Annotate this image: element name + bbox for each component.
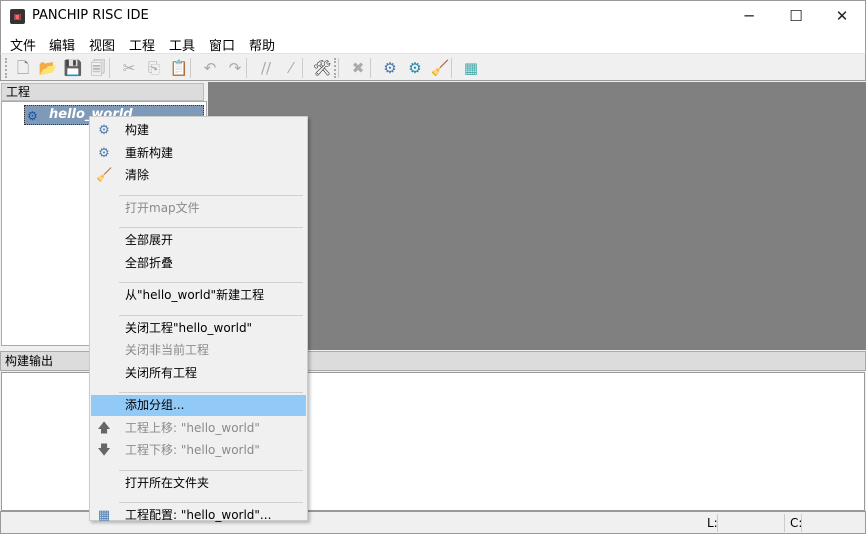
context-menu-item[interactable]: 🡅 工程上移: "hello_world"	[91, 418, 306, 439]
context-menu-item[interactable]: 打开所在文件夹	[91, 473, 306, 494]
rebuild-icon[interactable]: ⚙	[405, 58, 425, 78]
toolbar-grip[interactable]	[5, 58, 7, 78]
menu-separator	[119, 227, 303, 228]
menu-item-label: 关闭非当前工程	[125, 343, 210, 357]
toolbar-separator	[451, 58, 452, 78]
toolbar-grip[interactable]	[334, 58, 336, 78]
context-menu-item[interactable]: 全部折叠	[91, 253, 306, 274]
open-folder-icon[interactable]: 📂	[38, 58, 58, 78]
arrow-up-icon: 🡅	[97, 420, 111, 436]
build-icon[interactable]: ⚙	[380, 58, 400, 78]
menu-separator	[119, 502, 303, 503]
menu-separator	[119, 194, 303, 196]
line-label: L:	[707, 516, 718, 530]
menu-item-label: 构建	[125, 123, 150, 137]
menu-project[interactable]: 工程	[129, 35, 155, 54]
menu-window[interactable]: 窗口	[209, 35, 235, 54]
menu-bar: 文件 编辑 视图 工程 工具 窗口 帮助	[0, 31, 866, 54]
toolbar-separator	[190, 58, 191, 78]
close-button[interactable]: ✕	[819, 1, 865, 32]
context-menu-item[interactable]: 打开map文件	[91, 198, 306, 219]
arrow-down-icon: 🡇	[97, 443, 111, 458]
context-menu-item[interactable]: 添加分组...	[91, 395, 306, 416]
toolbar-separator	[109, 58, 110, 78]
undo-icon[interactable]: ↶	[200, 58, 220, 78]
context-menu: ⚙ 构建 ⚙ 重新构建 🧹 清除打开map文件 全部展开全部折叠从"hello_world"…	[89, 116, 308, 523]
menu-item-label: 关闭工程"hello_world"	[125, 320, 253, 335]
context-menu-item[interactable]: ⚙ 重新构建	[91, 143, 306, 164]
context-menu-item[interactable]: 关闭工程"hello_world"	[91, 318, 306, 339]
status-divider	[784, 514, 785, 532]
toolbar-separator	[370, 58, 371, 78]
redo-icon[interactable]: ↷	[225, 58, 245, 78]
window-title: PANCHIP RISC IDE	[32, 8, 149, 23]
menu-item-label: 打开map文件	[125, 200, 200, 215]
build-icon: ⚙	[98, 123, 110, 138]
toolbar: 🗋 📂 💾 🗐 ✂ ⎘ 📋 ↶ ↷//⁄ 🛠 ✖ ⚙ ⚙ 🧹 ▦	[0, 53, 866, 81]
project-panel-header: 工程	[1, 83, 204, 101]
menu-separator	[119, 469, 303, 471]
menu-item-label: 关闭所有工程	[125, 365, 198, 380]
toolbar-separator	[338, 58, 339, 78]
menu-item-label: 工程上移: "hello_world"	[125, 420, 260, 435]
context-menu-item[interactable]: ▦ 工程配置: "hello_world"...	[91, 505, 306, 526]
clean-icon[interactable]: 🧹	[430, 58, 450, 78]
toolbar-separator	[246, 58, 247, 78]
clean-icon: 🧹	[96, 168, 113, 183]
save-icon[interactable]: 💾	[63, 58, 83, 78]
cut-icon[interactable]: ✂	[119, 58, 139, 78]
menu-item-label: 全部折叠	[125, 255, 174, 270]
tools-icon[interactable]: 🛠	[312, 58, 332, 78]
toolbar-separator	[302, 58, 303, 78]
project-config-icon: ▦	[97, 508, 111, 523]
menu-separator	[119, 314, 303, 316]
new-file-icon[interactable]: 🗋	[13, 58, 33, 78]
menu-item-label: 添加分组...	[125, 398, 185, 412]
menu-item-label: 打开所在文件夹	[125, 475, 210, 490]
menu-separator	[119, 392, 303, 393]
comment-icon[interactable]: //	[256, 58, 276, 78]
uncomment-icon[interactable]: ⁄	[281, 58, 301, 78]
context-menu-item[interactable]: 🧹 清除	[91, 165, 306, 186]
project-config-icon[interactable]: ▦	[461, 58, 481, 78]
menu-item-label: 全部展开	[125, 233, 174, 247]
context-menu-item[interactable]: 关闭所有工程	[91, 363, 306, 384]
maximize-button[interactable]: ☐	[773, 1, 819, 32]
copy-icon[interactable]: ⎘	[144, 58, 164, 78]
title-bar: ▣ PANCHIP RISC IDE ─ ☐ ✕	[0, 0, 866, 31]
menu-item-label: 从"hello_world"新建工程	[125, 288, 265, 302]
context-menu-item[interactable]: 关闭非当前工程	[91, 340, 306, 361]
context-menu-item[interactable]: ⚙ 构建	[91, 120, 306, 141]
minimize-button[interactable]: ─	[726, 1, 772, 32]
stop-icon[interactable]: ✖	[348, 58, 368, 78]
menu-item-label: 重新构建	[125, 145, 174, 160]
menu-edit[interactable]: 编辑	[49, 35, 75, 54]
menu-view[interactable]: 视图	[89, 35, 115, 54]
context-menu-item[interactable]: 从"hello_world"新建工程	[91, 285, 306, 306]
menu-item-label: 清除	[125, 168, 150, 182]
menu-tools[interactable]: 工具	[169, 35, 195, 54]
menu-item-label: 工程配置: "hello_world"...	[125, 508, 272, 522]
menu-separator	[119, 282, 303, 283]
project-icon: ⚙	[27, 109, 38, 123]
status-divider	[801, 514, 802, 532]
context-menu-item[interactable]: 全部展开	[91, 230, 306, 251]
context-menu-item[interactable]: 🡇 工程下移: "hello_world"	[91, 440, 306, 461]
save-all-icon[interactable]: 🗐	[88, 58, 108, 78]
paste-icon[interactable]: 📋	[169, 58, 189, 78]
app-icon: ▣	[10, 9, 25, 24]
menu-item-label: 工程下移: "hello_world"	[125, 443, 260, 457]
menu-file[interactable]: 文件	[10, 35, 36, 54]
menu-help[interactable]: 帮助	[249, 35, 275, 54]
rebuild-icon: ⚙	[98, 145, 110, 161]
